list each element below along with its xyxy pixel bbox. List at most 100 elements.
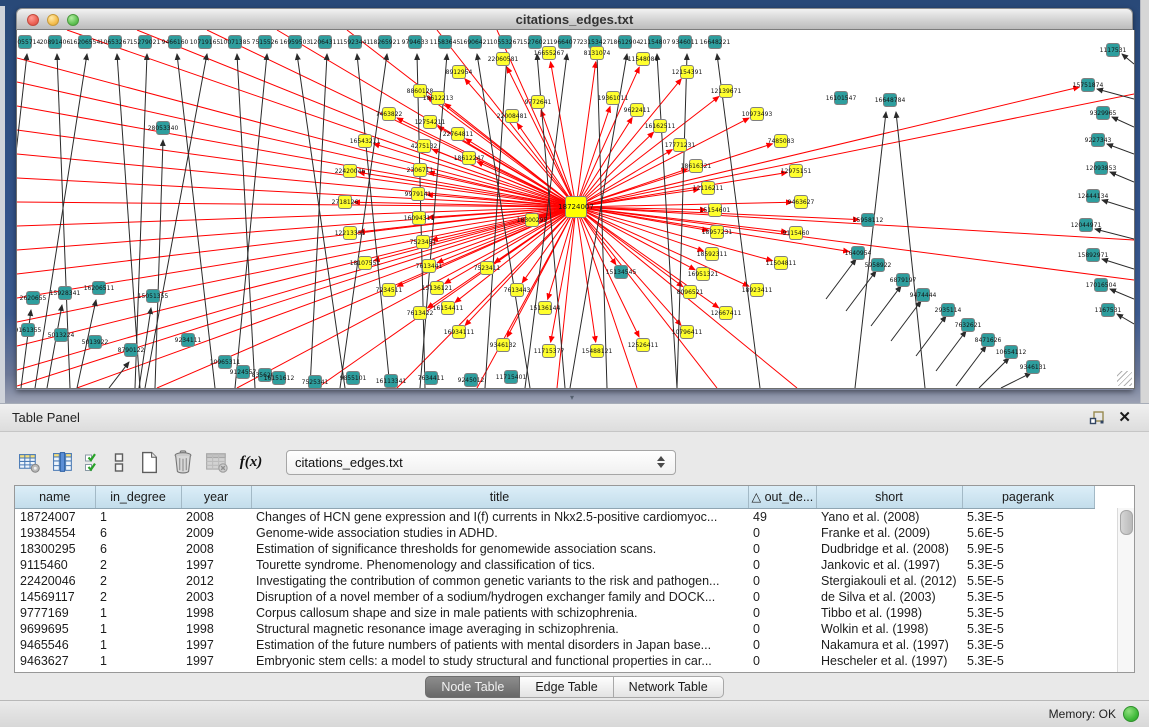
column-header-title[interactable]: title (251, 486, 748, 508)
network-node[interactable]: 11715377 (534, 345, 565, 358)
network-node[interactable]: 10973493 (742, 108, 773, 121)
table-cell[interactable]: 5.3E-5 (962, 605, 1094, 621)
table-cell[interactable]: 22420046 (15, 573, 95, 589)
close-panel-icon[interactable]: ✕ (1118, 409, 1131, 427)
network-node[interactable]: 11548081 (628, 53, 659, 66)
network-node[interactable]: 16648784 (875, 94, 906, 107)
table-cell[interactable]: Investigating the contribution of common… (251, 573, 748, 589)
network-node[interactable]: 7613441 (416, 260, 443, 273)
table-cell[interactable]: 9465546 (15, 637, 95, 653)
table-row[interactable]: 1938455462009Genome-wide association stu… (15, 525, 1094, 541)
table-settings-icon[interactable] (16, 449, 42, 475)
network-node[interactable]: 1640954 (845, 247, 872, 260)
network-node[interactable]: 7515526 (252, 36, 279, 49)
network-node[interactable]: 8096521 (677, 286, 704, 299)
network-node[interactable]: 12667411 (711, 307, 742, 320)
table-row[interactable]: 977716911998Corpus callosum shape and si… (15, 605, 1094, 621)
table-cell[interactable]: 1 (95, 653, 181, 669)
network-node[interactable]: 2935114 (935, 304, 962, 317)
column-header-short[interactable]: short (816, 486, 962, 508)
table-cell[interactable]: 0 (748, 621, 816, 637)
network-node[interactable]: 16206554 (70, 36, 101, 49)
table-cell[interactable]: 5.6E-5 (962, 525, 1094, 541)
table-cell[interactable]: Dudbridge et al. (2008) (816, 541, 962, 557)
tab-node-table[interactable]: Node Table (425, 676, 520, 698)
column-header-name[interactable]: name (15, 486, 95, 508)
network-node[interactable]: 16648221 (700, 36, 731, 49)
table-cell[interactable]: Stergiakouli et al. (2012) (816, 573, 962, 589)
table-cell[interactable]: 0 (748, 541, 816, 557)
network-node[interactable]: 22060581 (488, 53, 519, 66)
network-node[interactable]: 7485083 (768, 135, 795, 148)
network-node[interactable]: 15136121 (422, 282, 453, 295)
table-cell[interactable]: 6 (95, 541, 181, 557)
float-panel-icon[interactable] (1088, 409, 1106, 427)
network-node[interactable]: 10719165 (190, 36, 221, 49)
network-node[interactable]: 10553267 (490, 36, 521, 49)
table-cell[interactable]: 9463627 (15, 653, 95, 669)
network-node[interactable]: 9161355 (17, 324, 42, 337)
table-cell[interactable]: 0 (748, 653, 816, 669)
table-cell[interactable]: 14569117 (15, 589, 95, 605)
network-node[interactable]: 16162511 (645, 120, 676, 133)
table-cell[interactable]: Estimation of the future numbers of pati… (251, 637, 748, 653)
table-cell[interactable]: 0 (748, 557, 816, 573)
network-node[interactable]: 9855101 (340, 372, 367, 385)
network-node[interactable]: 22764811 (443, 128, 474, 141)
network-node[interactable]: 8912954 (446, 66, 473, 79)
network-node[interactable]: 9115460 (783, 227, 810, 240)
table-cell[interactable]: 0 (748, 525, 816, 541)
network-node[interactable]: 9794633 (402, 36, 429, 49)
network-node[interactable]: 8471626 (975, 334, 1002, 347)
network-node[interactable]: 20891406 (40, 36, 71, 49)
network-node[interactable]: 11583645 (430, 36, 461, 49)
table-cell[interactable]: 5.3E-5 (962, 589, 1094, 605)
new-table-icon[interactable] (136, 449, 162, 475)
network-node[interactable]: 12064311 (310, 36, 341, 49)
network-node[interactable]: 16094311 (404, 212, 435, 225)
table-cell[interactable]: 1998 (181, 621, 251, 637)
network-node[interactable]: 18592311 (697, 248, 728, 261)
table-cell[interactable]: Structural magnetic resonance image aver… (251, 621, 748, 637)
table-cell[interactable]: 49 (748, 508, 816, 525)
tab-edge-table[interactable]: Edge Table (520, 676, 613, 698)
network-node[interactable]: 5013224 (48, 329, 75, 342)
network-canvas[interactable]: 2405571420891406162065541065326715279021… (16, 30, 1135, 389)
table-cell[interactable]: 5.9E-5 (962, 541, 1094, 557)
table-cell[interactable]: Tibbo et al. (1998) (816, 605, 962, 621)
network-node[interactable]: 8790122 (118, 344, 145, 357)
network-node[interactable]: 10654112 (996, 346, 1027, 359)
table-cell[interactable]: 9115460 (15, 557, 95, 573)
tab-network-table[interactable]: Network Table (614, 676, 724, 698)
window-resize-grip[interactable] (1117, 371, 1132, 386)
network-node[interactable]: 8131074 (584, 47, 611, 60)
network-node[interactable]: 7632621 (955, 319, 982, 332)
table-cell[interactable]: Yano et al. (2008) (816, 508, 962, 525)
network-node[interactable]: 9346011 (672, 36, 699, 49)
table-row[interactable]: 969969511998Structural magnetic resonanc… (15, 621, 1094, 637)
network-node[interactable]: 11715401 (496, 371, 527, 384)
table-cell[interactable]: de Silva et al. (2003) (816, 589, 962, 605)
table-cell[interactable]: Tourette syndrome. Phenomenology and cla… (251, 557, 748, 573)
table-column-icon[interactable] (50, 449, 76, 475)
network-node[interactable]: 6879197 (890, 274, 917, 287)
table-row[interactable]: 2242004622012Investigating the contribut… (15, 573, 1094, 589)
network-node[interactable]: 9463627 (788, 196, 815, 209)
table-cell[interactable]: Jankovic et al. (1997) (816, 557, 962, 573)
network-node[interactable]: 22420046 (335, 165, 366, 178)
network-node[interactable]: 15488121 (582, 345, 613, 358)
import-table-icon[interactable] (204, 449, 230, 475)
table-cell[interactable]: 1 (95, 637, 181, 653)
column-header-out_de[interactable]: △ out_de... (748, 486, 816, 508)
table-cell[interactable]: 2003 (181, 589, 251, 605)
network-node[interactable]: 16206511 (84, 282, 115, 295)
network-node[interactable]: 16113341 (376, 375, 407, 388)
network-node[interactable]: 15134545 (606, 266, 637, 279)
table-cell[interactable]: Nakamura et al. (1997) (816, 637, 962, 653)
table-cell[interactable]: 18300295 (15, 541, 95, 557)
network-node[interactable]: 9245012 (458, 374, 485, 387)
table-row[interactable]: 1830029562008Estimation of significance … (15, 541, 1094, 557)
network-node[interactable]: 10965311 (210, 356, 241, 369)
table-cell[interactable]: 5.3E-5 (962, 557, 1094, 573)
table-cell[interactable]: Embryonic stem cells: a model to study s… (251, 653, 748, 669)
